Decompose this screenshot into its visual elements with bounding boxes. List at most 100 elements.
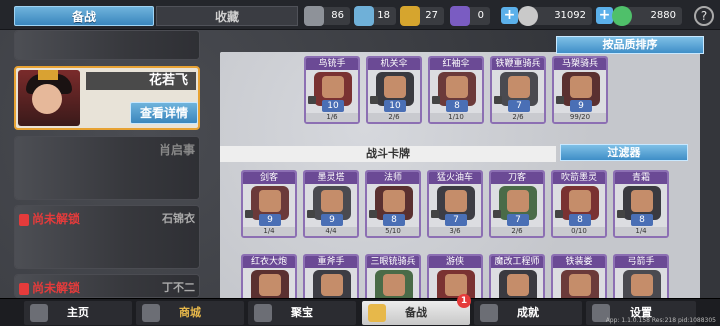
section-title: 战斗卡牌 <box>220 146 556 162</box>
nav-achievements[interactable]: 成就 <box>474 301 582 325</box>
card-count: 0/10 <box>553 227 605 236</box>
unit-portrait <box>569 190 591 212</box>
unit-portrait <box>570 76 592 98</box>
card-name: 墨灵塔 <box>305 172 357 184</box>
resource-coins: 31092 <box>518 6 592 26</box>
battle-card[interactable]: 鸟铳手 10 1/6 <box>304 56 360 124</box>
tab-prep[interactable]: 备战 <box>14 6 154 26</box>
card-name: 刀客 <box>491 172 543 184</box>
battle-card[interactable]: 吹箭墨灵 8 0/10 <box>551 170 607 238</box>
card-name: 鸟铳手 <box>306 58 358 70</box>
card-count: 2/6 <box>368 113 420 122</box>
card-count: 1/4 <box>243 227 295 236</box>
gem-icon <box>612 6 632 26</box>
unit-portrait <box>508 76 530 98</box>
nav-prep[interactable]: 备战 <box>362 301 470 325</box>
unit-portrait <box>445 190 467 212</box>
unit-type-icon <box>308 96 316 104</box>
hero-card-xiaoqishi[interactable]: 肖启事 <box>14 136 200 200</box>
card-cost: 8 <box>383 214 405 226</box>
card-cost: 8 <box>446 100 468 112</box>
hero-card-locked-1[interactable]: 尚未解锁 石锦衣 <box>14 205 200 269</box>
card-name: 铁装娄 <box>553 256 605 268</box>
unit-type-icon <box>555 210 563 218</box>
card-name: 铁鞭重骑兵 <box>492 58 544 70</box>
shop-icon <box>142 304 160 322</box>
battle-card[interactable]: 猛火油车 7 3/6 <box>427 170 483 238</box>
gold-shield-icon <box>400 6 420 26</box>
unit-portrait <box>384 76 406 98</box>
battle-card[interactable]: 剑客 9 1/4 <box>241 170 297 238</box>
unit-portrait <box>259 274 281 296</box>
lock-status: 尚未解锁 <box>19 210 80 227</box>
battle-card[interactable]: 马槊骑兵 9 99/20 <box>552 56 608 124</box>
hero-name: 花若飞 <box>86 72 196 90</box>
unit-type-icon <box>370 96 378 104</box>
battle-card[interactable]: 墨灵塔 9 4/4 <box>303 170 359 238</box>
card-name: 青霜 <box>615 172 667 184</box>
unit-type-icon <box>307 210 315 218</box>
lock-icon <box>19 282 29 295</box>
coin-icon <box>518 6 538 26</box>
unit-type-icon <box>493 210 501 218</box>
card-cost: 9 <box>321 214 343 226</box>
card-name: 红袖伞 <box>430 58 482 70</box>
filter-button[interactable]: 过滤器 <box>560 144 688 161</box>
unit-portrait <box>569 274 591 296</box>
hero-card-top[interactable] <box>14 30 200 60</box>
hero-card-selected[interactable]: 花若飞 查看详情 <box>14 66 200 130</box>
unit-type-icon <box>369 210 377 218</box>
battle-card[interactable]: 青霜 8 1/4 <box>613 170 669 238</box>
card-count: 1/4 <box>615 227 667 236</box>
resource-4: 0 <box>450 6 490 26</box>
unit-portrait <box>321 274 343 296</box>
unit-type-icon <box>494 96 502 104</box>
unit-type-icon <box>617 210 625 218</box>
home-icon <box>30 304 48 322</box>
card-name: 魔改工程师 <box>491 256 543 268</box>
card-name: 马槊骑兵 <box>554 58 606 70</box>
nav-home[interactable]: 主页 <box>24 301 132 325</box>
unit-portrait <box>631 274 653 296</box>
hero-portrait <box>18 70 80 126</box>
hero-detail-button[interactable]: 查看详情 <box>130 102 198 124</box>
add-gems-button[interactable]: + <box>596 7 613 24</box>
sort-by-quality-button[interactable]: 按品质排序 <box>556 36 704 54</box>
card-count: 3/6 <box>429 227 481 236</box>
help-button[interactable]: ? <box>694 6 714 26</box>
unit-type-icon <box>431 210 439 218</box>
card-name: 红衣大炮 <box>243 256 295 268</box>
game-screen: 备战 收藏 86 18 27 0 + 31092 + 2880 ? 花若飞 查看… <box>0 0 720 326</box>
add-coins-button[interactable]: + <box>501 7 518 24</box>
unit-portrait <box>507 274 529 296</box>
card-cost: 7 <box>445 214 467 226</box>
battle-card[interactable]: 机关伞 10 2/6 <box>366 56 422 124</box>
tab-collection[interactable]: 收藏 <box>156 6 298 26</box>
unit-portrait <box>321 190 343 212</box>
lock-icon <box>19 213 29 226</box>
resource-2: 18 <box>354 6 396 26</box>
lock-status: 尚未解锁 <box>19 279 80 296</box>
card-cost: 8 <box>569 214 591 226</box>
card-name: 弓箭手 <box>615 256 667 268</box>
card-count: 4/4 <box>305 227 357 236</box>
card-count: 1/6 <box>306 113 358 122</box>
unit-portrait <box>445 274 467 296</box>
battle-card[interactable]: 铁鞭重骑兵 7 2/6 <box>490 56 546 124</box>
card-count: 5/10 <box>367 227 419 236</box>
resource-gems: 2880 <box>612 6 682 26</box>
nav-shop[interactable]: 商城 <box>136 301 244 325</box>
card-cost: 9 <box>259 214 281 226</box>
battle-card[interactable]: 法师 8 5/10 <box>365 170 421 238</box>
card-cost: 9 <box>570 100 592 112</box>
battle-card[interactable]: 刀客 7 2/6 <box>489 170 545 238</box>
battle-card[interactable]: 红袖伞 8 1/10 <box>428 56 484 124</box>
resource-3: 27 <box>400 6 444 26</box>
nav-treasure[interactable]: 聚宝 <box>248 301 356 325</box>
card-count: 99/20 <box>554 113 606 122</box>
unit-portrait <box>446 76 468 98</box>
card-cost: 8 <box>631 214 653 226</box>
unit-portrait <box>383 190 405 212</box>
hero-card-locked-2[interactable]: 尚未解锁 丁不二 <box>14 274 200 298</box>
purple-shield-icon <box>450 6 470 26</box>
